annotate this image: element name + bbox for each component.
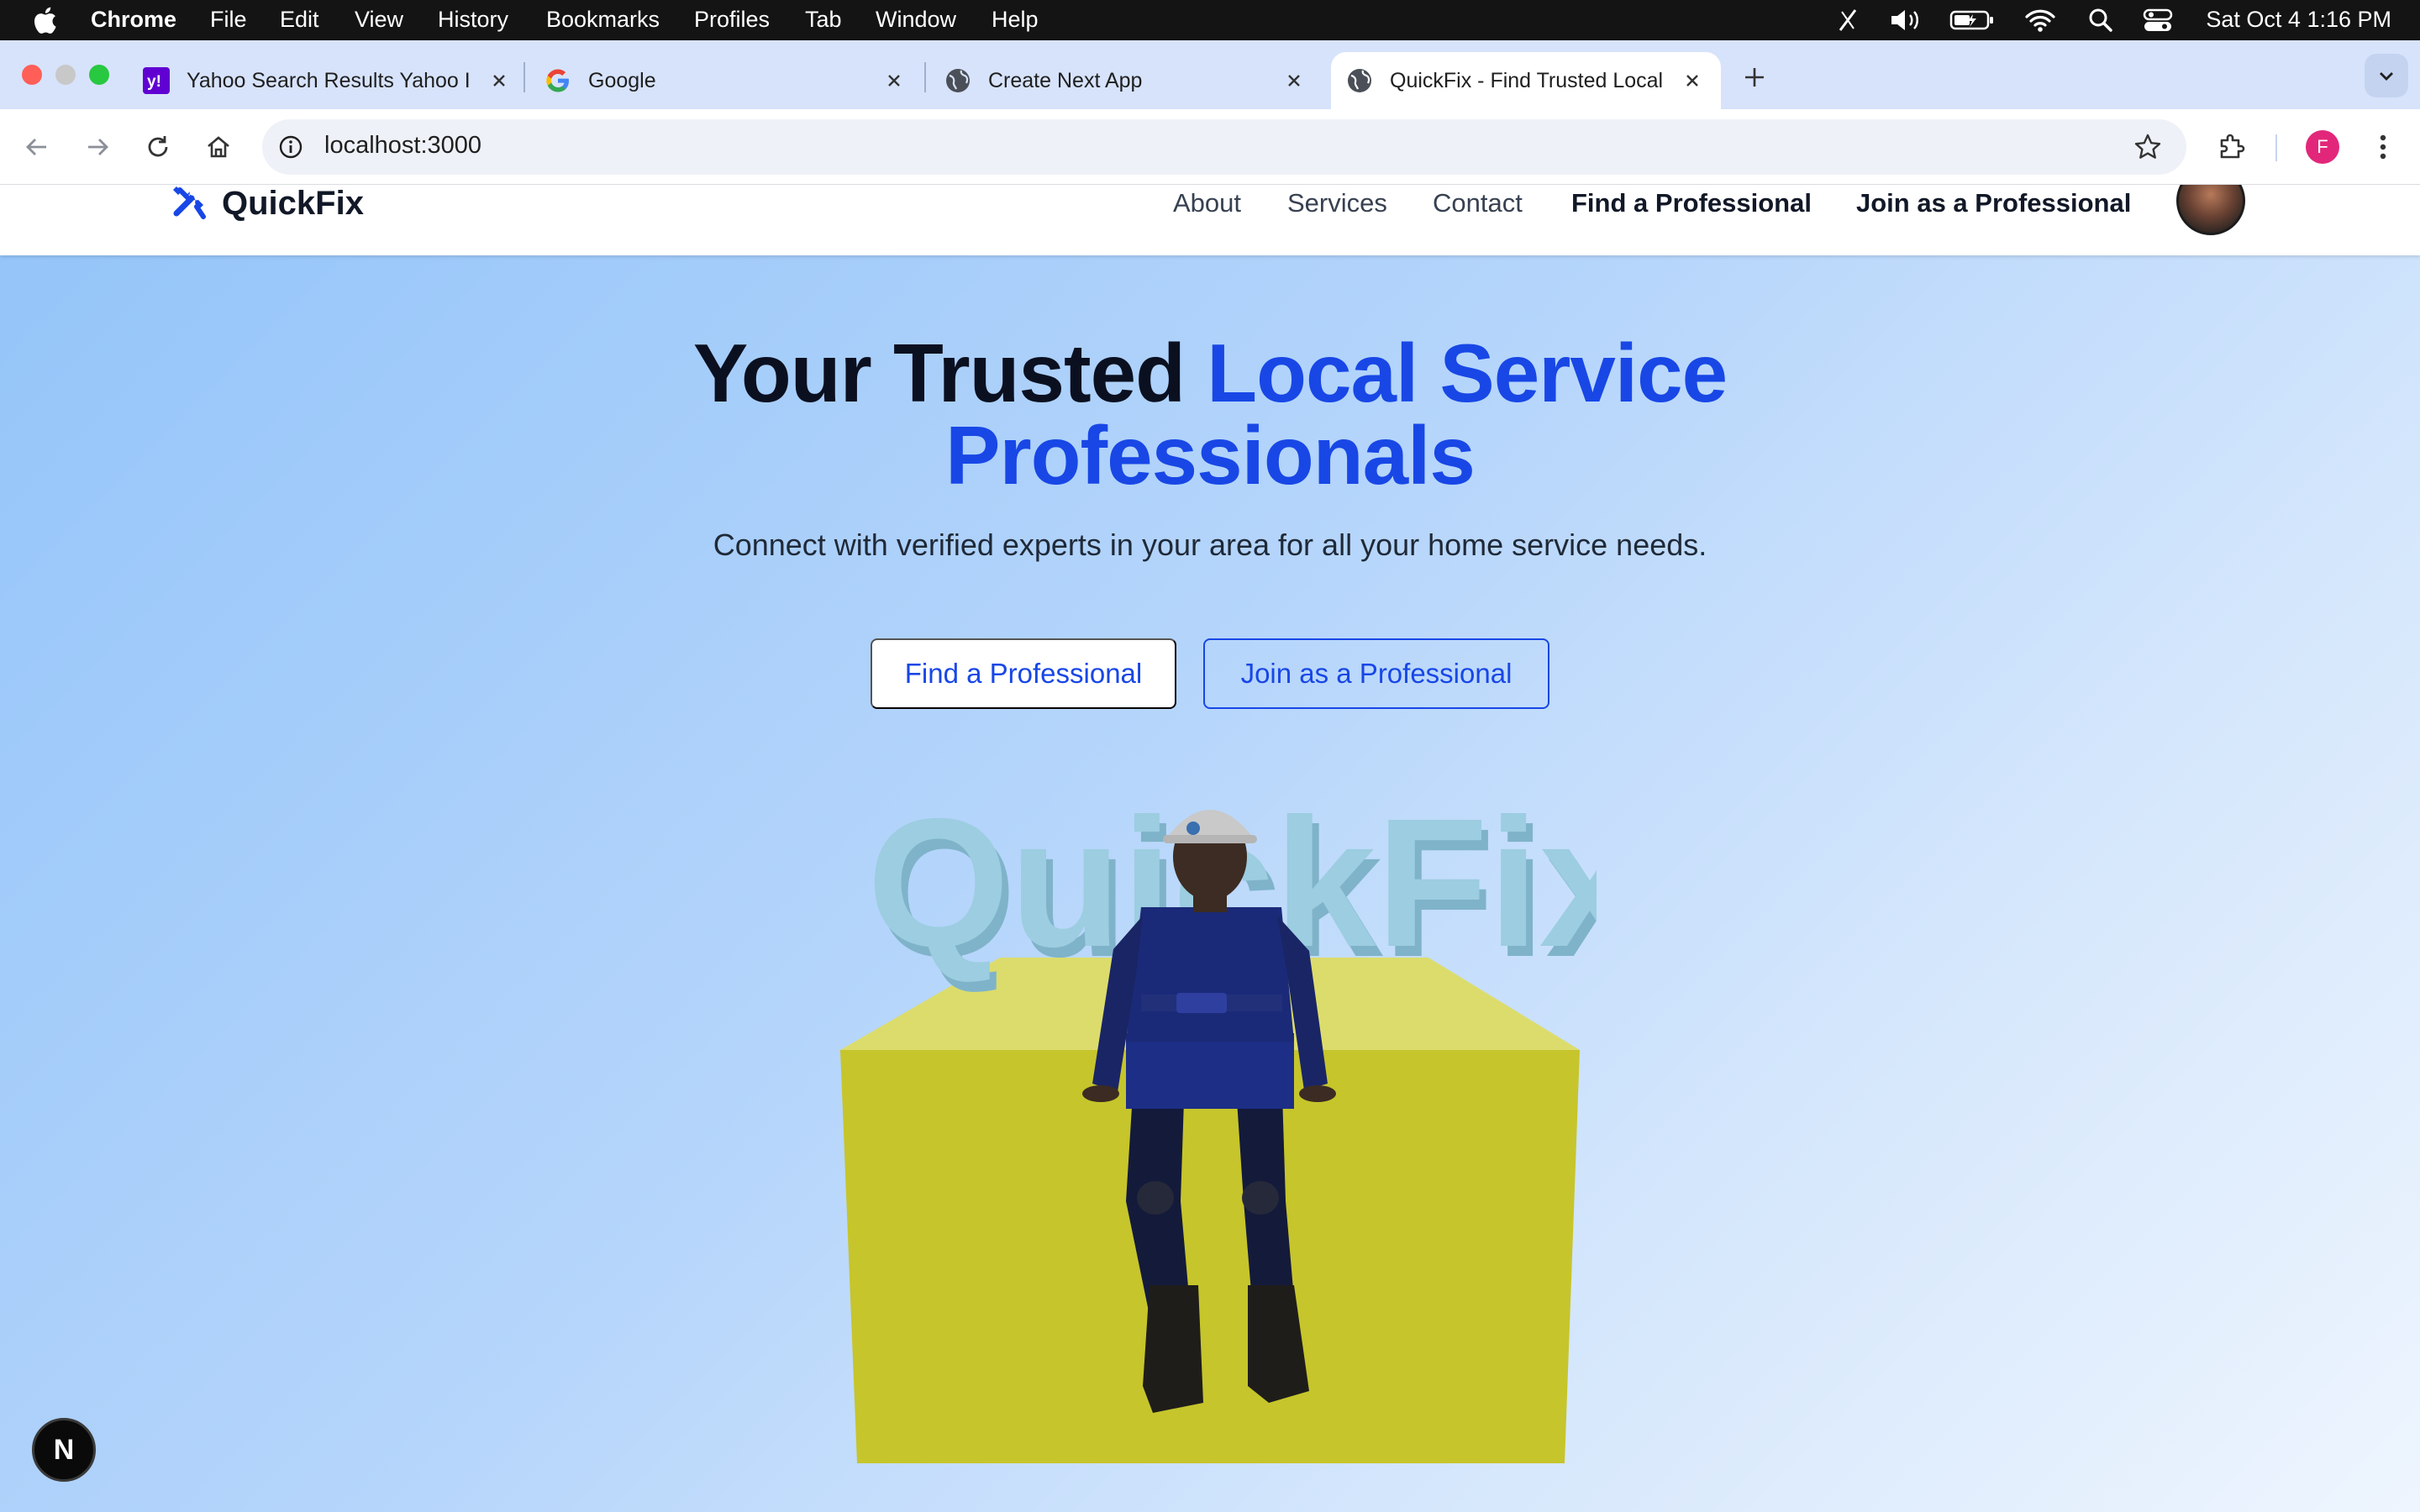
menu-bookmarks[interactable]: Bookmarks [546, 7, 660, 33]
chrome-menu-button[interactable] [2366, 130, 2400, 164]
page-viewport: QuickFix About Services Contact Find a P… [0, 185, 2420, 1512]
tab-close-icon[interactable] [881, 67, 908, 94]
nav-about-link[interactable]: About [1173, 186, 1241, 220]
wrench-screwdriver-icon[interactable] [171, 185, 208, 222]
bookmark-star-button[interactable] [2131, 130, 2165, 164]
menu-window[interactable]: Window [876, 7, 956, 33]
hero-title-accent: Local Service [1207, 327, 1728, 419]
kebab-menu-icon [2380, 134, 2386, 160]
nav-join-professional-link[interactable]: Join as a Professional [1856, 186, 2131, 220]
plus-icon [1745, 68, 1764, 87]
forward-button[interactable] [81, 130, 114, 164]
site-info-icon[interactable] [277, 134, 304, 160]
yahoo-icon: y! [143, 67, 170, 94]
url-text[interactable]: localhost:3000 [324, 132, 481, 160]
puzzle-icon [2220, 134, 2245, 159]
nextjs-dev-tools-button[interactable]: N [32, 1418, 96, 1482]
tab-close-icon[interactable] [486, 67, 513, 94]
nav-contact-link[interactable]: Contact [1433, 186, 1523, 220]
menu-history[interactable]: History [438, 7, 508, 33]
nav-services-link[interactable]: Services [1287, 186, 1387, 220]
menu-profiles[interactable]: Profiles [694, 7, 770, 33]
tab-close-icon[interactable] [1679, 67, 1706, 94]
browser-tab-yahoo[interactable]: y! Yahoo Search Results Yahoo I [143, 52, 513, 109]
nav-find-professional-link[interactable]: Find a Professional [1571, 186, 1812, 220]
tab-title: Google [588, 68, 656, 92]
home-button[interactable] [202, 130, 235, 164]
pen-slash-icon[interactable] [1837, 7, 1859, 34]
control-center-icon[interactable] [2143, 7, 2173, 34]
macos-menubar: Chrome File Edit View History Bookmarks … [0, 0, 2420, 40]
browser-tab-google[interactable]: Google [544, 52, 908, 109]
site-navbar: QuickFix About Services Contact Find a P… [0, 185, 2420, 255]
window-zoom-button[interactable] [89, 65, 109, 85]
address-bar[interactable] [262, 119, 2186, 175]
globe-icon [1348, 69, 1371, 92]
user-avatar[interactable] [2176, 185, 2245, 235]
window-close-button[interactable] [22, 65, 42, 85]
find-professional-button[interactable]: Find a Professional [871, 638, 1176, 709]
menu-view[interactable]: View [355, 7, 403, 33]
battery-icon[interactable] [1949, 7, 1995, 34]
platform-front [840, 1050, 1580, 1463]
tab-close-icon[interactable] [1281, 67, 1307, 94]
extensions-button[interactable] [2215, 130, 2249, 164]
home-icon [208, 136, 229, 158]
apple-logo-icon[interactable] [32, 5, 57, 35]
menubar-clock[interactable]: Sat Oct 4 1:16 PM [2206, 7, 2391, 33]
volume-icon[interactable] [1889, 7, 1923, 34]
arrow-right-icon [88, 139, 108, 155]
tab-separator [523, 62, 525, 92]
menu-tab[interactable]: Tab [805, 7, 842, 33]
menu-help[interactable]: Help [992, 7, 1039, 33]
window-minimize-button[interactable] [55, 65, 76, 85]
wifi-icon[interactable] [2023, 7, 2057, 34]
tab-title: Yahoo Search Results Yahoo I [187, 68, 471, 92]
star-icon [2134, 134, 2161, 159]
hero-title: Your Trusted Local Service Professionals [0, 332, 2420, 496]
tab-title: QuickFix - Find Trusted Local [1390, 68, 1664, 92]
back-button[interactable] [20, 130, 54, 164]
browser-tab-create-next-app[interactable]: Create Next App [944, 52, 1307, 109]
spotlight-search-icon[interactable] [2087, 7, 2114, 34]
hero-subtitle: Connect with verified experts in your ar… [713, 528, 1707, 562]
tab-title: Create Next App [988, 68, 1143, 92]
chevron-down-icon [2380, 72, 2393, 81]
menu-file[interactable]: File [210, 7, 247, 33]
menu-edit[interactable]: Edit [280, 7, 319, 33]
tab-search-button[interactable] [2365, 54, 2408, 97]
hero-title-accent-line2: Professionals [945, 409, 1476, 501]
menu-app-name[interactable]: Chrome [91, 7, 176, 33]
join-professional-button[interactable]: Join as a Professional [1203, 638, 1549, 709]
toolbar-divider [2275, 134, 2277, 161]
new-tab-button[interactable] [1738, 60, 1771, 94]
brand-logo-text[interactable]: QuickFix [222, 185, 364, 222]
globe-icon [946, 69, 970, 92]
arrow-left-icon [26, 139, 46, 155]
hero-3d-scene[interactable]: QuickFix QuickFix [823, 731, 1597, 1470]
profile-avatar-button[interactable]: F [2306, 130, 2339, 164]
svg-text:y!: y! [147, 73, 161, 91]
reload-icon [148, 136, 168, 157]
google-icon [546, 69, 569, 92]
browser-tab-quickfix[interactable]: QuickFix - Find Trusted Local [1331, 52, 1721, 109]
tab-separator [924, 62, 926, 92]
reload-button[interactable] [141, 130, 175, 164]
hero-title-plain: Your Trusted [692, 327, 1186, 419]
